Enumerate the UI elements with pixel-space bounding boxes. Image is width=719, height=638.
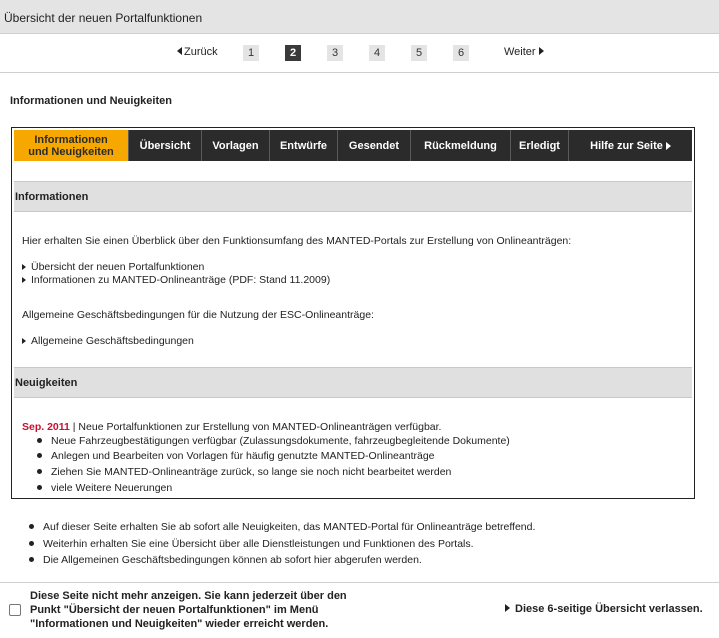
leave-overview-link[interactable]: Diese 6-seitige Übersicht verlassen. bbox=[505, 603, 703, 615]
nav-tab-label: Vorlagen bbox=[212, 139, 259, 152]
nav-tab-label: Hilfe zur Seite bbox=[590, 139, 663, 152]
page-button-6[interactable]: 6 bbox=[453, 45, 469, 61]
nav-tab-label: Informationen und Neuigkeiten bbox=[28, 133, 114, 158]
page-header: Übersicht der neuen Portalfunktionen bbox=[0, 0, 719, 34]
news-date: Sep. 2011 bbox=[22, 421, 70, 433]
nav-tab-done[interactable]: Erledigt bbox=[511, 130, 569, 161]
info-link-overview[interactable]: Übersicht der neuen Portalfunktionen bbox=[22, 261, 204, 273]
section-title: Informationen und Neuigkeiten bbox=[10, 95, 172, 107]
list-item-text: Ziehen Sie MANTED-Onlineanträge zurück, … bbox=[51, 466, 452, 478]
list-item-text: viele Weitere Neuerungen bbox=[51, 482, 173, 494]
next-label: Weiter bbox=[504, 46, 536, 58]
prev-page-button[interactable]: Zurück bbox=[177, 46, 218, 58]
note-text: Auf dieser Seite erhalten Sie ab sofort … bbox=[43, 521, 536, 533]
bullet-icon bbox=[29, 541, 34, 546]
leave-label: Diese 6-seitige Übersicht verlassen. bbox=[515, 603, 703, 615]
bullet-icon bbox=[37, 469, 42, 474]
note-item: Die Allgemeinen Geschäftsbedingungen kön… bbox=[29, 554, 422, 566]
pagination: Zurück 1 2 3 4 5 6 Weiter bbox=[0, 44, 719, 64]
nav-tab-label: Rückmeldung bbox=[424, 139, 497, 152]
arrow-right-icon bbox=[22, 338, 26, 344]
link-label: Allgemeine Geschäftsbedingungen bbox=[31, 335, 194, 347]
note-text: Weiterhin erhalten Sie eine Übersicht üb… bbox=[43, 538, 474, 550]
list-item: Anlegen und Bearbeiten von Vorlagen für … bbox=[37, 450, 435, 462]
note-text: Die Allgemeinen Geschäftsbedingungen kön… bbox=[43, 554, 422, 566]
nav-tab-label: Gesendet bbox=[348, 139, 400, 152]
nav-tab-label: Übersicht bbox=[139, 139, 191, 152]
prev-label: Zurück bbox=[184, 46, 218, 58]
divider bbox=[0, 72, 719, 73]
info-heading: Informationen bbox=[14, 181, 692, 212]
info-link-pdf[interactable]: Informationen zu MANTED-Onlineanträge (P… bbox=[22, 274, 330, 286]
note-item: Weiterhin erhalten Sie eine Übersicht üb… bbox=[29, 538, 474, 550]
arrow-right-icon bbox=[22, 264, 26, 270]
info-intro: Hier erhalten Sie einen Überblick über d… bbox=[22, 235, 572, 247]
checkbox-label-line: Diese Seite nicht mehr anzeigen. Sie kan… bbox=[30, 590, 347, 602]
page-button-3[interactable]: 3 bbox=[327, 45, 343, 61]
dont-show-again-checkbox[interactable] bbox=[9, 604, 21, 616]
nav-tab-drafts[interactable]: Entwürfe bbox=[270, 130, 338, 161]
page-button-2[interactable]: 2 bbox=[285, 45, 301, 61]
terms-link[interactable]: Allgemeine Geschäftsbedingungen bbox=[22, 335, 194, 347]
checkbox-label-line: Punkt "Übersicht der neuen Portalfunktio… bbox=[30, 604, 319, 616]
dont-show-again-label[interactable]: Diese Seite nicht mehr anzeigen. Sie kan… bbox=[30, 589, 390, 631]
news-headline-text: | Neue Portalfunktionen zur Erstellung v… bbox=[69, 421, 442, 433]
list-item: Ziehen Sie MANTED-Onlineanträge zurück, … bbox=[37, 466, 451, 478]
arrow-right-icon bbox=[22, 277, 26, 283]
list-item: Neue Fahrzeugbestätigungen verfügbar (Zu… bbox=[37, 435, 510, 447]
page-button-1[interactable]: 1 bbox=[243, 45, 259, 61]
bullet-icon bbox=[37, 453, 42, 458]
list-item-text: Anlegen und Bearbeiten von Vorlagen für … bbox=[51, 450, 435, 462]
nav-tab-feedback[interactable]: Rückmeldung bbox=[411, 130, 511, 161]
news-heading: Neuigkeiten bbox=[14, 367, 692, 398]
bullet-icon bbox=[37, 438, 42, 443]
divider bbox=[0, 582, 719, 583]
link-label: Übersicht der neuen Portalfunktionen bbox=[31, 261, 205, 273]
nav-tab-sent[interactable]: Gesendet bbox=[338, 130, 411, 161]
page-button-4[interactable]: 4 bbox=[369, 45, 385, 61]
chevron-right-icon bbox=[538, 47, 544, 55]
nav-tab-overview[interactable]: Übersicht bbox=[129, 130, 202, 161]
main-nav: Informationen und Neuigkeiten Übersicht … bbox=[14, 130, 692, 161]
nav-tab-label: Erledigt bbox=[519, 139, 560, 152]
bullet-icon bbox=[37, 485, 42, 490]
chevron-left-icon bbox=[177, 47, 182, 55]
bullet-icon bbox=[29, 524, 34, 529]
checkbox-label-line: "Informationen und Neuigkeiten" wieder e… bbox=[30, 618, 329, 630]
bullet-icon bbox=[29, 557, 34, 562]
nav-tab-help[interactable]: Hilfe zur Seite bbox=[569, 130, 692, 161]
link-label: Informationen zu MANTED-Onlineanträge (P… bbox=[31, 274, 331, 286]
nav-tab-templates[interactable]: Vorlagen bbox=[202, 130, 270, 161]
list-item-text: Neue Fahrzeugbestätigungen verfügbar (Zu… bbox=[51, 435, 510, 447]
note-item: Auf dieser Seite erhalten Sie ab sofort … bbox=[29, 521, 535, 533]
chevron-right-icon bbox=[665, 141, 671, 150]
next-page-button[interactable]: Weiter bbox=[504, 46, 544, 58]
preview-frame: Informationen und Neuigkeiten Übersicht … bbox=[11, 127, 695, 499]
news-headline: Sep. 2011 | Neue Portalfunktionen zur Er… bbox=[22, 421, 441, 433]
nav-tab-label: Entwürfe bbox=[279, 139, 328, 152]
list-item: viele Weitere Neuerungen bbox=[37, 482, 172, 494]
page-title: Übersicht der neuen Portalfunktionen bbox=[4, 11, 203, 25]
nav-tab-info-news[interactable]: Informationen und Neuigkeiten bbox=[14, 130, 129, 161]
arrow-right-icon bbox=[505, 604, 510, 612]
terms-intro: Allgemeine Geschäftsbedingungen für die … bbox=[22, 309, 374, 321]
page-button-5[interactable]: 5 bbox=[411, 45, 427, 61]
